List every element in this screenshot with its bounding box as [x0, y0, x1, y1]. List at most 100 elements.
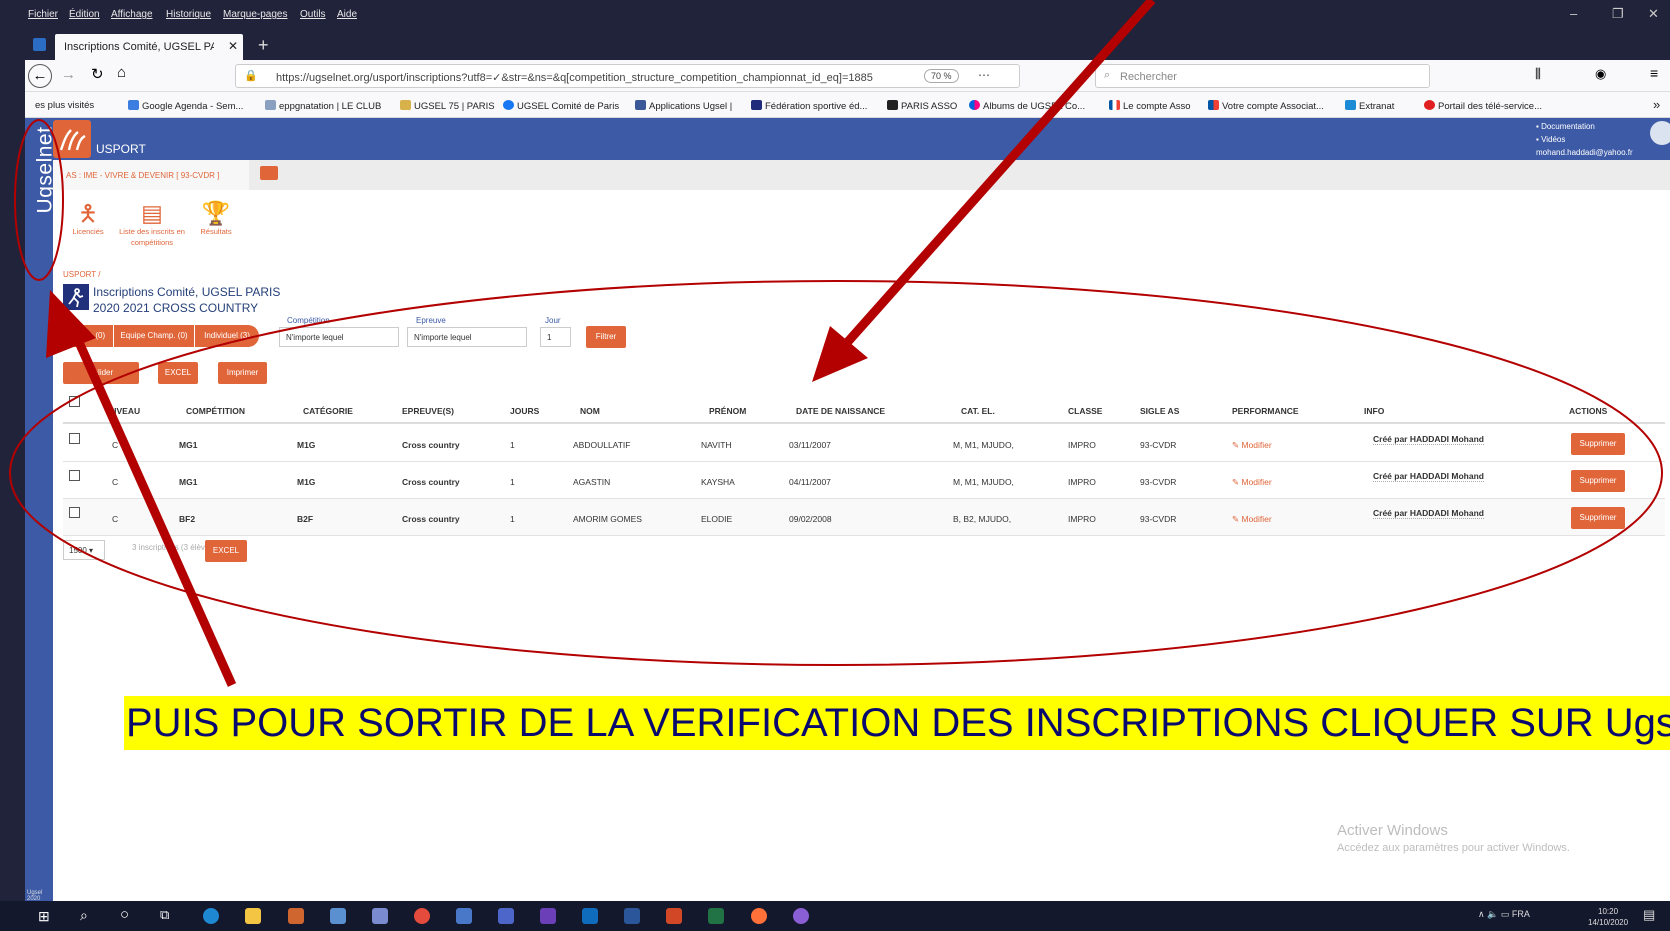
col-nom[interactable]: NOM [580, 406, 600, 416]
valider-button[interactable]: Valider [63, 362, 139, 384]
app-icon[interactable] [330, 908, 346, 924]
network-icon[interactable]: ▭ [1501, 909, 1510, 919]
jour-input[interactable]: 1 [540, 327, 571, 347]
supprimer-button[interactable]: Supprimer [1571, 507, 1625, 529]
app-icon[interactable] [540, 908, 556, 924]
app-icon[interactable] [372, 908, 388, 924]
col-prenom[interactable]: PRÉNOM [709, 406, 746, 416]
segment-equipe[interactable]: Equipe Champ. (0) [114, 325, 194, 347]
notifications-icon[interactable]: ▤ [1643, 907, 1655, 923]
select-all-checkbox[interactable] [69, 396, 80, 407]
excel-export-button[interactable]: EXCEL [205, 540, 247, 562]
outlook-icon[interactable] [33, 38, 46, 51]
chrome-icon[interactable] [414, 908, 430, 924]
cortana-icon[interactable]: ○ [120, 906, 129, 923]
col-sigle[interactable]: SIGLE AS [1140, 406, 1179, 416]
library-icon[interactable]: ⫼ [1535, 66, 1541, 82]
segment-individuel[interactable]: Individuel (3) [195, 325, 259, 347]
account-icon[interactable]: ◉ [1595, 66, 1606, 82]
page-size-select[interactable]: 1500 ▾ [63, 540, 105, 560]
more-bookmarks-icon[interactable]: » [1653, 97, 1660, 112]
modifier-link[interactable]: ✎ Modifier [1232, 514, 1272, 525]
col-categorie[interactable]: CATÉGORIE [303, 406, 353, 416]
breadcrumb[interactable]: USPORT / [63, 270, 101, 279]
row-checkbox[interactable] [69, 507, 80, 518]
club-tab[interactable]: AS : IME - VIVRE & DEVENIR [ 93-CVDR ] [53, 160, 249, 190]
bookmark-most-visited[interactable]: es plus visités [35, 100, 94, 111]
task-view-icon[interactable]: ⧉ [160, 907, 169, 923]
bookmark-ugsel-comite[interactable]: UGSEL Comité de Paris [503, 100, 619, 112]
col-performance[interactable]: PERFORMANCE [1232, 406, 1299, 416]
row-checkbox[interactable] [69, 470, 80, 481]
licencies-button[interactable]: 🯅 Licenciés [63, 200, 113, 237]
back-icon[interactable]: ← [28, 64, 52, 88]
ugsel-logo[interactable] [53, 120, 91, 158]
powerpoint-icon[interactable] [666, 908, 682, 924]
restore-icon[interactable]: ❐ [1612, 6, 1624, 22]
menu-historique[interactable]: Historique [166, 9, 211, 20]
word-icon[interactable] [624, 908, 640, 924]
hamburger-menu-icon[interactable]: ≡ [1650, 65, 1658, 81]
liste-inscrits-button[interactable]: ▤ Liste des inscrits en compétitions [117, 200, 187, 248]
bookmark-ugsel75[interactable]: UGSEL 75 | PARIS [400, 100, 495, 112]
excel-icon[interactable] [708, 908, 724, 924]
file-explorer-icon[interactable] [245, 908, 261, 924]
bookmark-votre-compte[interactable]: Votre compte Associat... [1208, 100, 1324, 112]
globe-icon[interactable] [793, 908, 809, 924]
app-icon[interactable] [288, 908, 304, 924]
bookmark-portail[interactable]: Portail des télé-service... [1424, 100, 1542, 112]
tray-chevron-icon[interactable]: ∧ [1478, 909, 1485, 919]
volume-icon[interactable]: 🔈 [1487, 909, 1498, 919]
close-window-icon[interactable]: ✕ [1648, 6, 1659, 22]
menu-edition[interactable]: Édition [69, 9, 100, 20]
forward-icon[interactable]: → [61, 66, 76, 83]
firefox-icon[interactable] [751, 908, 767, 924]
row-checkbox[interactable] [69, 433, 80, 444]
col-competition[interactable]: COMPÉTITION [186, 406, 245, 416]
new-tab-icon[interactable]: + [258, 35, 269, 56]
bookmark-applications[interactable]: Applications Ugsel | [635, 100, 732, 112]
resultats-button[interactable]: 🏆 Résultats [192, 200, 240, 237]
bookmark-federation[interactable]: Fédération sportive éd... [751, 100, 867, 112]
modifier-link[interactable]: ✎ Modifier [1232, 477, 1272, 488]
bookmark-google-agenda[interactable]: Google Agenda - Sem... [128, 100, 243, 112]
epreuve-select[interactable]: N'importe lequel [407, 327, 527, 347]
windows-start-icon[interactable]: ⊞ [38, 908, 50, 925]
reload-icon[interactable]: ↻ [91, 65, 104, 83]
tab-inscriptions[interactable]: Inscriptions Comité, UGSEL PARIS ✕ [55, 34, 243, 60]
menu-affichage[interactable]: Affichage [111, 9, 153, 20]
competition-select[interactable]: N'importe lequel [279, 327, 399, 347]
brand-title[interactable]: USPORT [96, 142, 146, 156]
language-indicator[interactable]: FRA [1512, 909, 1530, 919]
print-button[interactable]: Imprimer [218, 362, 267, 384]
bookmark-compte-asso[interactable]: Le compte Asso [1109, 100, 1191, 112]
menu-outils[interactable]: Outils [300, 9, 326, 20]
app-icon[interactable] [498, 908, 514, 924]
more-actions-icon[interactable]: ⋯ [978, 68, 990, 82]
clock[interactable]: 10:20 14/10/2020 [1588, 906, 1628, 928]
teams-icon[interactable] [456, 908, 472, 924]
ugselnet-sidebar[interactable]: Ugselnet Ugsel 2020 [25, 118, 56, 902]
col-niveau[interactable]: NIVEAU [108, 406, 140, 416]
modifier-link[interactable]: ✎ Modifier [1232, 440, 1272, 451]
home-icon[interactable]: ⌂ [117, 64, 126, 81]
bookmark-eppgnatation[interactable]: eppgnatation | LE CLUB [265, 100, 381, 112]
supprimer-button[interactable]: Supprimer [1571, 433, 1625, 455]
outlook-icon[interactable] [582, 908, 598, 924]
search-input[interactable]: ⌕ Rechercher [1095, 64, 1430, 88]
bookmark-extranat[interactable]: Extranat [1345, 100, 1394, 112]
menu-marque-pages[interactable]: Marque-pages [223, 9, 287, 20]
documentation-link[interactable]: ▪ Documentation [1536, 120, 1633, 133]
col-naissance[interactable]: DATE DE NAISSANCE [796, 406, 885, 416]
user-email[interactable]: mohand.haddadi@yahoo.fr [1536, 146, 1633, 159]
edge-icon[interactable] [203, 908, 219, 924]
videos-link[interactable]: ▪ Vidéos [1536, 133, 1633, 146]
minimize-icon[interactable]: – [1570, 6, 1577, 21]
url-bar[interactable]: 🔒 https://ugselnet.org/usport/inscriptio… [235, 64, 1020, 88]
zoom-indicator[interactable]: 70 % [924, 69, 959, 83]
avatar[interactable] [1650, 121, 1670, 145]
supprimer-button[interactable]: Supprimer [1571, 470, 1625, 492]
filter-button[interactable]: Filtrer [586, 326, 626, 348]
close-tab-icon[interactable]: ✕ [228, 39, 238, 53]
bookmark-albums[interactable]: Albums de UGSEL Co... [969, 100, 1085, 112]
